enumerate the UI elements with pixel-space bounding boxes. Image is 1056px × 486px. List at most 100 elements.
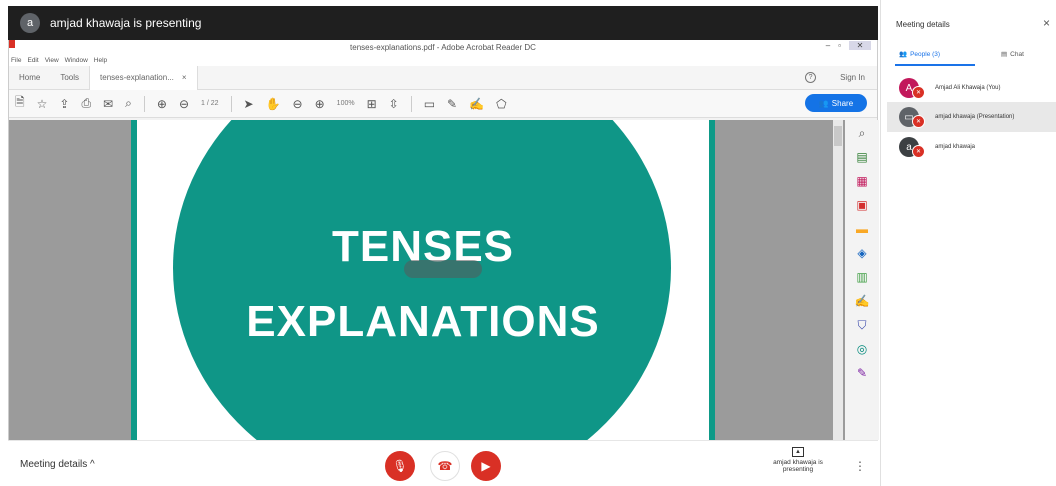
page-up-icon[interactable]: ⊕ <box>157 97 167 111</box>
export-pdf-icon[interactable]: ▤ <box>855 150 869 164</box>
participant-row[interactable]: ▭ ✕ amjad khawaja (Presentation) <box>887 102 1056 132</box>
protect-icon[interactable]: ⛉ <box>855 318 869 332</box>
maximize-icon[interactable]: ▫ <box>838 41 841 50</box>
upload-icon[interactable]: ⇪ <box>59 97 69 111</box>
zoom-tool-icon[interactable]: ⌕ <box>855 126 869 140</box>
tab-home[interactable]: Home <box>9 73 50 82</box>
tab-chat-label: Chat <box>1010 50 1024 58</box>
camera-off-button[interactable]: ▶ <box>471 451 501 481</box>
participant-initial: a <box>906 141 912 153</box>
presenting-status[interactable]: ▲ amjad khawaja is presenting <box>758 447 838 473</box>
muted-mic-icon: ✕ <box>912 86 925 99</box>
scroll-mode-icon[interactable]: ⇳ <box>389 97 399 111</box>
search-icon[interactable]: ⌕ <box>125 96 132 111</box>
acrobat-toolbar: 🗎 ☆ ⇪ ⎙ ✉ ⌕ ⊕ ⊖ 1 / 22 ➤ ✋ ⊖ ⊕ 100% ⊞ ⇳ … <box>9 90 877 118</box>
slide-title-line2: EXPLANATIONS <box>246 297 600 346</box>
fit-page-icon[interactable]: ⊞ <box>367 97 377 111</box>
print-icon[interactable]: ⎙ <box>81 96 91 111</box>
mic-off-button[interactable]: 🎙 <box>385 451 415 481</box>
fill-sign-icon[interactable]: ✍ <box>855 294 870 308</box>
vertical-scrollbar[interactable] <box>833 120 843 440</box>
select-cursor-icon[interactable]: ➤ <box>244 97 254 111</box>
page-indicator[interactable]: 1 / 22 <box>201 100 219 107</box>
tab-tools[interactable]: Tools <box>50 73 89 82</box>
menu-bar: File Edit View Window Help <box>9 54 877 66</box>
zoom-level[interactable]: 100% <box>337 100 355 107</box>
pdf-page: TENSES EXPLANATIONS <box>131 120 715 440</box>
presenting-status-label: amjad khawaja is presenting <box>773 459 823 473</box>
panel-title: Meeting details <box>896 20 950 29</box>
participant-avatar: ▭ ✕ <box>899 107 925 128</box>
participant-name: Amjad Ali Khawaja (You) <box>935 85 1001 91</box>
pen-icon[interactable]: ✎ <box>447 97 457 111</box>
scrollbar-thumb[interactable] <box>834 126 842 146</box>
participant-name: amjad khawaja (Presentation) <box>935 114 1015 120</box>
tab-chat[interactable]: ▤ Chat <box>1001 50 1024 59</box>
menu-edit[interactable]: Edit <box>27 57 38 64</box>
email-icon[interactable]: ✉ <box>103 97 113 111</box>
tab-people[interactable]: 👥 People (3) <box>899 50 941 59</box>
tab-document-label: tenses-explanation... <box>100 73 174 82</box>
zoom-out-icon[interactable]: ⊖ <box>293 97 303 111</box>
toolbar-divider <box>230 95 232 112</box>
participant-name: amjad khawaja <box>935 144 976 150</box>
muted-mic-icon: ✕ <box>912 145 925 158</box>
tab-close-icon[interactable]: × <box>182 73 187 82</box>
active-tab-indicator <box>895 64 975 66</box>
meeting-details-toggle[interactable]: Meeting details ^ <box>20 459 95 470</box>
toolbar-divider <box>410 95 412 112</box>
participant-row[interactable]: A ✕ Amjad Ali Khawaja (You) <box>887 73 1056 103</box>
people-icon: 👥 <box>899 51 908 58</box>
mic-off-icon: 🎙 <box>392 459 408 473</box>
sign-icon[interactable]: ✍ <box>469 97 484 111</box>
menu-file[interactable]: File <box>11 57 21 64</box>
share-button[interactable]: 👥 Share <box>805 94 867 112</box>
right-tools-pane: ⌕ ▤ ▦ ▣ ▬ ◈ ▥ ✍ ⛉ ◎ ✎ <box>845 120 879 440</box>
page-down-icon[interactable]: ⊖ <box>179 97 189 111</box>
meeting-controls-bar: Meeting details ^ 🎙 ☎ ▶ ▲ amjad khawaja … <box>8 440 878 486</box>
help-icon[interactable]: ? <box>805 72 817 83</box>
panel-close-icon[interactable]: × <box>1043 16 1050 30</box>
tab-people-label: People (3) <box>910 50 941 58</box>
minimize-icon[interactable]: – <box>826 41 830 50</box>
window-close-icon[interactable]: ✕ <box>849 41 871 50</box>
combine-files-icon[interactable]: ◈ <box>855 246 869 260</box>
more-tools-icon[interactable]: ✎ <box>855 366 869 380</box>
floating-toolbar-pill[interactable] <box>404 260 482 278</box>
presenting-bar: a amjad khawaja is presenting <box>8 6 878 40</box>
meeting-details-panel: Meeting details × 👥 People (3) ▤ Chat A … <box>880 0 1056 486</box>
hand-tool-icon[interactable]: ✋ <box>266 97 281 111</box>
document-area[interactable]: TENSES EXPLANATIONS ⌕ ▤ ▦ ▣ ▬ ◈ ▥ ✍ ⛉ ◎ … <box>9 120 879 440</box>
comment-icon[interactable]: ▭ <box>424 97 435 111</box>
teal-circle-shape <box>173 120 671 440</box>
menu-view[interactable]: View <box>45 57 59 64</box>
acrobat-titlebar: tenses-explanations.pdf - Adobe Acrobat … <box>9 40 877 54</box>
create-pdf-icon[interactable]: 🗎 <box>15 93 25 114</box>
presenting-label: amjad khawaja is presenting <box>50 16 202 30</box>
comment-tool-icon[interactable]: ▬ <box>855 222 869 236</box>
zoom-in-icon[interactable]: ⊕ <box>315 97 325 111</box>
menu-help[interactable]: Help <box>94 57 107 64</box>
bookmark-star-icon[interactable]: ☆ <box>37 97 48 111</box>
share-label: Share <box>831 98 854 108</box>
stamp-icon[interactable]: ⬠ <box>496 97 506 111</box>
participant-avatar: A ✕ <box>899 78 925 99</box>
chat-icon: ▤ <box>1001 51 1008 58</box>
end-call-button[interactable]: ☎ <box>430 451 460 481</box>
hang-up-icon: ☎ <box>437 459 453 473</box>
optimize-icon[interactable]: ◎ <box>855 342 869 356</box>
sign-in-link[interactable]: Sign In <box>840 73 865 82</box>
create-pdf-tool-icon[interactable]: ▣ <box>855 198 869 212</box>
window-title: tenses-explanations.pdf - Adobe Acrobat … <box>350 43 536 52</box>
edit-pdf-icon[interactable]: ▦ <box>855 174 869 188</box>
participant-row[interactable]: a ✕ amjad khawaja <box>887 132 1056 162</box>
tab-document[interactable]: tenses-explanation... × <box>89 65 198 90</box>
organize-pages-icon[interactable]: ▥ <box>855 270 869 284</box>
camera-off-icon: ▶ <box>481 459 491 473</box>
menu-window[interactable]: Window <box>65 57 88 64</box>
acrobat-window: tenses-explanations.pdf - Adobe Acrobat … <box>8 40 879 440</box>
muted-mic-icon: ✕ <box>912 115 925 128</box>
screen: a amjad khawaja is presenting tenses-exp… <box>0 0 1056 486</box>
more-options-icon[interactable]: ⋮ <box>854 459 866 473</box>
toolbar-divider <box>143 95 145 112</box>
